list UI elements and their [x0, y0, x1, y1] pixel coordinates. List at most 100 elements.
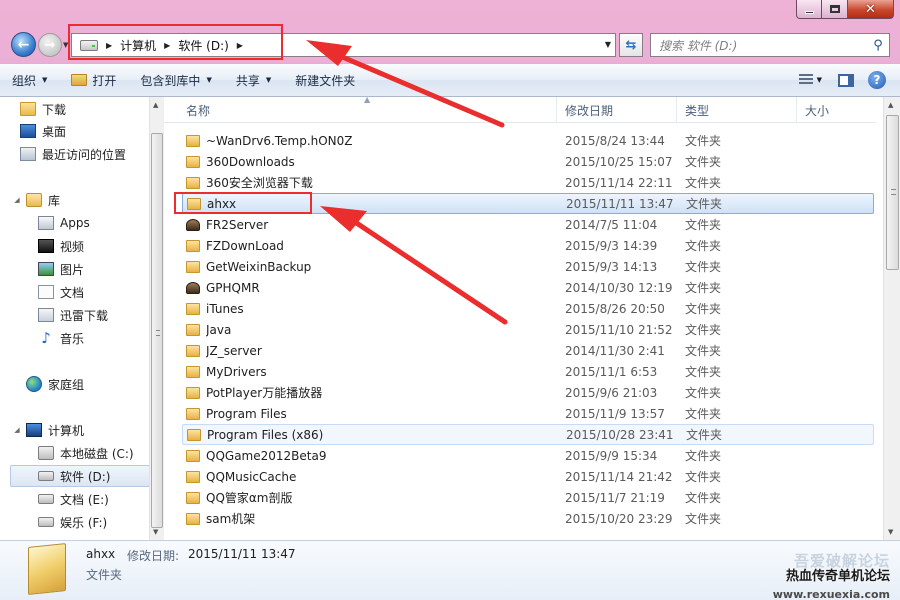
refresh-button[interactable]: ⇆ — [619, 33, 643, 57]
file-name: Program Files — [206, 406, 287, 421]
file-row[interactable]: GPHQMR 2014/10/30 12:19 文件夹 — [182, 277, 874, 298]
search-input[interactable]: 搜索 软件 (D:) — [659, 37, 867, 54]
file-row[interactable]: QQMusicCache 2015/11/14 21:42 文件夹 — [182, 466, 874, 487]
file-row[interactable]: GetWeixinBackup 2015/9/3 14:13 文件夹 — [182, 256, 874, 277]
nav-item-label: 桌面 — [42, 124, 67, 139]
file-name: MyDrivers — [206, 364, 267, 379]
file-date: 2015/10/25 15:07 — [565, 154, 673, 169]
file-row[interactable]: sam机架 2015/10/20 23:29 文件夹 — [182, 508, 874, 529]
back-button[interactable]: ← — [11, 32, 36, 57]
nav-item-drive-c[interactable]: 本地磁盘 (C:) — [38, 442, 134, 464]
preview-pane-icon[interactable] — [838, 73, 854, 87]
views-icon[interactable] — [798, 74, 813, 86]
file-type: 文件夹 — [685, 239, 722, 253]
nav-item-label: 图片 — [60, 262, 85, 277]
scroll-up-icon[interactable]: ▲ — [153, 101, 158, 109]
include-in-library-button[interactable]: 包含到库中 ▼ — [128, 64, 223, 96]
column-header-type[interactable]: 类型 — [677, 97, 797, 123]
new-folder-button[interactable]: 新建文件夹 — [283, 64, 367, 96]
column-header-label: 名称 — [186, 103, 211, 118]
address-dropdown-icon[interactable]: ▼ — [605, 40, 611, 49]
column-header-label: 修改日期 — [565, 103, 614, 118]
nav-item-music[interactable]: ♪ 音乐 — [38, 327, 84, 349]
nav-item-documents[interactable]: 文档 — [38, 281, 84, 303]
maximize-button[interactable] — [822, 0, 848, 19]
nav-item-pictures[interactable]: 图片 — [38, 258, 84, 280]
minimize-button[interactable] — [796, 0, 822, 19]
file-row[interactable]: Program Files (x86) 2015/10/28 23:41 文件夹 — [182, 424, 874, 445]
scroll-thumb[interactable] — [151, 133, 163, 528]
nav-item-videos[interactable]: 视频 — [38, 235, 84, 257]
search-icon[interactable]: ⚲ — [867, 38, 889, 53]
file-date: 2015/11/9 13:57 — [565, 406, 665, 421]
annotation-box-address — [68, 24, 283, 60]
file-row[interactable]: ~WanDrv6.Temp.hON0Z 2015/8/24 13:44 文件夹 — [182, 130, 874, 151]
collapse-icon[interactable]: ◢ — [12, 196, 22, 204]
nav-item-downloads[interactable]: 下载 — [20, 98, 66, 120]
close-icon: ✕ — [865, 1, 876, 17]
file-row[interactable]: FR2Server 2014/7/5 11:04 文件夹 — [182, 214, 874, 235]
user-folder-icon — [186, 281, 200, 294]
file-type: 文件夹 — [685, 386, 722, 400]
scroll-up-icon[interactable]: ▲ — [888, 101, 893, 109]
nav-item-drive-f[interactable]: 娱乐 (F:) — [38, 511, 107, 533]
nav-item-apps[interactable]: Apps — [38, 212, 90, 234]
forward-button[interactable]: → — [38, 33, 62, 57]
column-header-size[interactable]: 大小 — [797, 97, 875, 123]
nav-item-desktop[interactable]: 桌面 — [20, 120, 66, 142]
forward-arrow-icon: → — [44, 37, 56, 53]
back-arrow-icon: ← — [17, 36, 30, 53]
file-row[interactable]: 360Downloads 2015/10/25 15:07 文件夹 — [182, 151, 874, 172]
command-bar: 组织 ▼ 打开 包含到库中 ▼ 共享 ▼ 新建文件夹 ▼ ? — [0, 63, 900, 97]
include-library-label: 包含到库中 — [140, 73, 201, 88]
column-header-date[interactable]: 修改日期 — [557, 97, 677, 123]
nav-item-label: 迅雷下载 — [60, 308, 109, 323]
file-row[interactable]: QQGame2012Beta9 2015/9/9 15:34 文件夹 — [182, 445, 874, 466]
file-row[interactable]: FZDownLoad 2015/9/3 14:39 文件夹 — [182, 235, 874, 256]
folder-icon — [186, 323, 200, 336]
file-row[interactable]: Program Files 2015/11/9 13:57 文件夹 — [182, 403, 874, 424]
file-type: 文件夹 — [685, 365, 722, 379]
nav-item-recent[interactable]: 最近访问的位置 — [20, 143, 126, 165]
watermark-overlay: 热血传奇单机论坛 — [785, 569, 890, 584]
share-label: 共享 — [235, 73, 260, 88]
file-date: 2015/9/6 21:03 — [565, 385, 658, 400]
organize-label: 组织 — [12, 73, 37, 88]
organize-button[interactable]: 组织 ▼ — [0, 64, 59, 96]
scroll-down-icon[interactable]: ▼ — [153, 528, 158, 536]
column-header-name[interactable]: 名称 — [178, 97, 557, 123]
file-row[interactable]: 360安全浏览器下载 2015/11/14 22:11 文件夹 — [182, 172, 874, 193]
nav-item-drive-d[interactable]: 软件 (D:) — [10, 465, 150, 487]
scroll-down-icon[interactable]: ▼ — [888, 528, 893, 536]
file-type: 文件夹 — [685, 176, 722, 190]
file-row[interactable]: MyDrivers 2015/11/1 6:53 文件夹 — [182, 361, 874, 382]
file-row[interactable]: Java 2015/11/10 21:52 文件夹 — [182, 319, 874, 340]
file-row[interactable]: QQ管家αm剖版 2015/11/7 21:19 文件夹 — [182, 487, 874, 508]
search-box[interactable]: 搜索 软件 (D:) ⚲ — [650, 33, 890, 57]
nav-item-homegroup[interactable]: 家庭组 — [26, 373, 84, 395]
open-button[interactable]: 打开 — [59, 64, 128, 96]
views-dropdown-icon[interactable]: ▼ — [817, 76, 822, 84]
scroll-thumb[interactable] — [886, 115, 899, 270]
help-icon[interactable]: ? — [868, 71, 886, 89]
folder-icon — [186, 134, 200, 147]
collapse-icon[interactable]: ◢ — [12, 426, 22, 434]
file-name: QQ管家αm剖版 — [206, 491, 293, 505]
file-list: ▲ 名称 修改日期 类型 大小 ~WanDrv6.Temp.hON0Z 2015/… — [164, 97, 900, 540]
share-button[interactable]: 共享 ▼ — [224, 64, 283, 96]
file-row[interactable]: JZ_server 2014/11/30 2:41 文件夹 — [182, 340, 874, 361]
nav-item-computer[interactable]: ◢ 计算机 — [12, 419, 84, 441]
nav-scrollbar[interactable]: ▲ ▼ — [149, 97, 164, 540]
file-date: 2015/8/26 20:50 — [565, 301, 665, 316]
file-scrollbar[interactable]: ▲ ▼ — [883, 97, 900, 540]
nav-item-xunlei[interactable]: 迅雷下载 — [38, 304, 108, 326]
nav-item-drive-e[interactable]: 文档 (E:) — [38, 488, 109, 510]
drive-icon — [38, 471, 54, 481]
minimize-icon — [804, 10, 814, 14]
file-name: FZDownLoad — [206, 238, 284, 253]
column-headers: ▲ 名称 修改日期 类型 大小 — [164, 97, 876, 123]
close-button[interactable]: ✕ — [848, 0, 894, 19]
file-row[interactable]: PotPlayer万能播放器 2015/9/6 21:03 文件夹 — [182, 382, 874, 403]
file-row[interactable]: iTunes 2015/8/26 20:50 文件夹 — [182, 298, 874, 319]
nav-item-libraries[interactable]: ◢ 库 — [12, 189, 60, 211]
